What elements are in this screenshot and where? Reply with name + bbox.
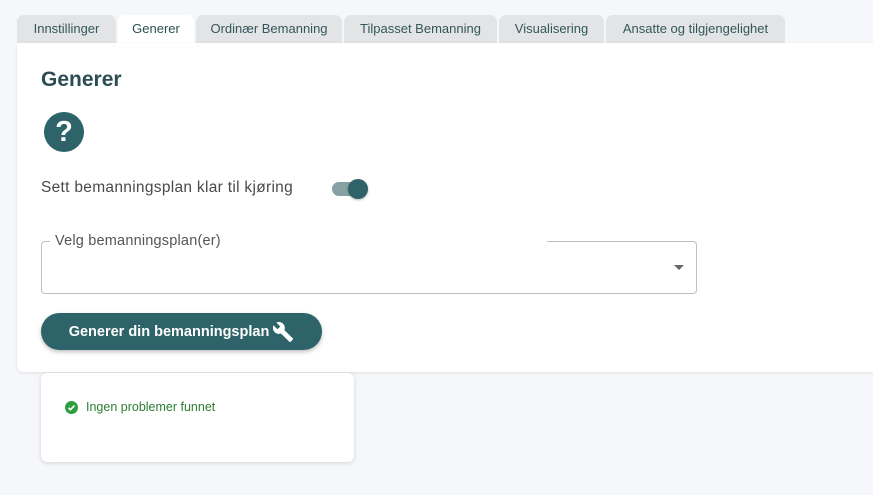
tab-tilpasset-bemanning[interactable]: Tilpasset Bemanning — [344, 15, 497, 43]
caret-down-icon — [674, 265, 684, 270]
staffing-plan-select[interactable]: Velg bemanningsplan(er) — [41, 233, 697, 294]
result-message: Ingen problemer funnet — [86, 400, 216, 414]
toggle-thumb — [348, 179, 368, 199]
question-circle-icon[interactable]: ? — [44, 112, 84, 152]
tab-visualisering[interactable]: Visualisering — [499, 15, 604, 43]
tab-ordinaer-bemanning[interactable]: Ordinær Bemanning — [196, 15, 342, 43]
tab-generer[interactable]: Generer — [118, 15, 194, 44]
result-row: Ingen problemer funnet — [65, 400, 215, 414]
tab-ansatte-og-tilgjengelighet[interactable]: Ansatte og tilgjengelighet — [606, 15, 785, 43]
generate-button[interactable]: Generer din bemanningsplan — [41, 313, 322, 350]
generate-button-label: Generer din bemanningsplan — [68, 323, 270, 340]
select-label: Velg bemanningsplan(er) — [52, 233, 224, 249]
result-card: Ingen problemer funnet — [41, 373, 354, 462]
ready-toggle-label: Sett bemanningsplan klar til kjøring — [41, 179, 294, 196]
page-title: Generer — [41, 68, 122, 91]
tab-innstillinger[interactable]: Innstillinger — [17, 15, 116, 43]
ready-toggle[interactable] — [332, 179, 368, 199]
generer-panel: Generer ? Sett bemanningsplan klar til k… — [17, 43, 873, 372]
check-circle-icon — [65, 400, 78, 414]
tab-bar: Innstillinger Generer Ordinær Bemanning … — [17, 15, 787, 44]
wrench-icon — [273, 321, 294, 342]
